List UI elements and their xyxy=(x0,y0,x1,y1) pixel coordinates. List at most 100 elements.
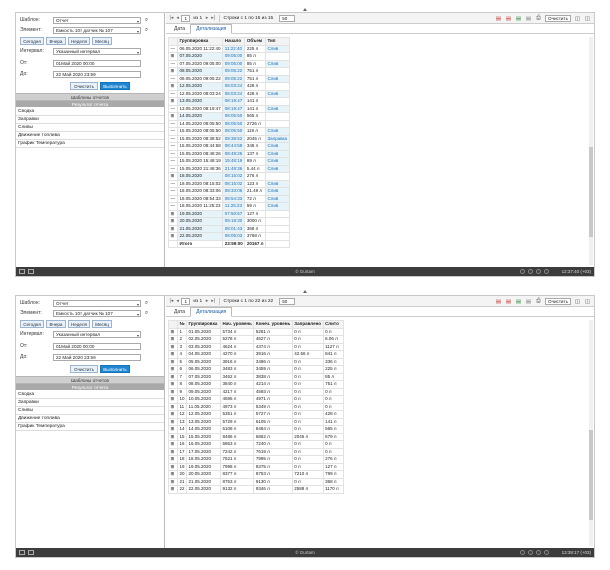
table-row[interactable]: ⊞ 8 08.05.2020 3840 л 4214 л0 л 751 л xyxy=(168,380,344,389)
row-expander[interactable]: — xyxy=(168,194,178,203)
row-expander[interactable]: ⊞ xyxy=(168,172,178,181)
table-row[interactable]: ⊞ 12 12.05.2020 5351 л 5727 л0 л 428 л xyxy=(168,410,344,419)
table-row[interactable]: ⊞ 9 09.05.2020 4217 л 4593 л0 л0 л xyxy=(168,387,344,396)
search-icon[interactable]: ⌕ xyxy=(143,310,150,317)
next-page-icon[interactable]: ▸ xyxy=(206,15,209,21)
row-expander[interactable]: ⊞ xyxy=(168,224,178,233)
table-row[interactable]: —18.05.2020 08:54:33 08:54:33 72 л Слив xyxy=(168,194,290,203)
table-row[interactable]: ⊞ 22 22.05.2020 9132 л 9346 л 2588 л 1170 л xyxy=(168,485,344,494)
today-button[interactable]: Сегодня xyxy=(20,320,44,328)
table-row[interactable]: ⊞ 14 14.05.2020 6108 л 8484 л0 л 565 л xyxy=(168,425,344,434)
column-header[interactable]: Группировка xyxy=(176,37,224,46)
last-page-icon[interactable]: ▸| xyxy=(211,15,215,21)
table-row[interactable]: —15.05.2020 08:44:58 08:44:58 348 л Слив xyxy=(168,142,290,151)
export-pdf-icon[interactable]: ▤ xyxy=(495,298,502,305)
print-icon[interactable]: ⎙ xyxy=(535,298,542,305)
row-expander[interactable]: ⊞ xyxy=(168,97,178,106)
row-expander[interactable]: ⊞ xyxy=(168,335,178,344)
column-header[interactable]: Начало xyxy=(222,37,246,46)
row-expander[interactable]: ⊞ xyxy=(168,350,178,359)
sound-icon[interactable] xyxy=(520,550,525,555)
table-row[interactable]: ⊞ 19.05.2020 07:50:57 127 л xyxy=(168,209,290,218)
row-expander[interactable]: ⊞ xyxy=(168,477,178,486)
row-expander[interactable]: ⊞ xyxy=(168,410,178,419)
list-toggle-icon[interactable] xyxy=(28,269,34,274)
table-row[interactable]: ⊞ 3 03.05.2020 4624 л 4374 л0 л 1127 л xyxy=(168,342,344,351)
table-row[interactable]: ⊞ 2 02.05.2020 5278 л 4627 л0 л 6.06 л xyxy=(168,335,344,344)
row-expander[interactable]: — xyxy=(168,59,178,68)
help-icon[interactable] xyxy=(544,550,549,555)
row-expander[interactable]: — xyxy=(168,164,178,173)
row-expander[interactable]: ⊞ xyxy=(168,217,178,226)
prev-page-icon[interactable]: ◂ xyxy=(176,298,179,304)
table-row[interactable]: —12.05.2020 08:03:24 08:03:24 428 л Слив xyxy=(168,89,290,98)
row-expander[interactable]: ⊞ xyxy=(168,67,178,76)
table-row[interactable]: ⊞ 11 11.05.2020 4973 л 5349 л0 л0 л xyxy=(168,402,344,411)
tab-details[interactable]: Детализация xyxy=(190,24,233,34)
export-file-icon[interactable]: ▤ xyxy=(525,15,532,22)
table-row[interactable]: —13.05.2020 08:19:47 08:19:47 141 л Слив xyxy=(168,104,290,113)
row-expander[interactable]: — xyxy=(168,179,178,188)
row-expander[interactable]: ⊞ xyxy=(168,432,178,441)
to-date-input[interactable]: 22 Май 2020 23:59 xyxy=(53,70,141,78)
first-page-icon[interactable]: |◂ xyxy=(170,15,174,21)
clear-button[interactable]: Очистить xyxy=(70,82,98,90)
export-pdf-alt-icon[interactable]: ▤ xyxy=(505,298,512,305)
page-size-select[interactable]: 50 xyxy=(279,14,296,22)
table-row[interactable]: ⊞ 16 16.05.2020 6863 л 7240 л0 л0 л xyxy=(168,440,344,449)
report-item-drains[interactable]: Сливы xyxy=(16,124,164,132)
row-expander[interactable]: — xyxy=(168,142,178,151)
row-expander[interactable]: ⊞ xyxy=(168,417,178,426)
table-row[interactable]: ⊞ 13.05.2020 08:19:47 141 л xyxy=(168,97,290,106)
table-row[interactable]: ⊞ 17 17.05.2020 7242 л 7619 л0 л0 л xyxy=(168,447,344,456)
table-row[interactable]: ⊞ 14.05.2020 08:05:50 565 л xyxy=(168,112,290,121)
first-page-icon[interactable]: |◂ xyxy=(170,298,174,304)
tab-details[interactable]: Детализация xyxy=(190,307,233,317)
report-item-refills[interactable]: Заправки xyxy=(16,116,164,124)
row-expander[interactable]: — xyxy=(168,44,178,53)
page-input[interactable]: 1 xyxy=(181,297,191,305)
table-row[interactable]: —18.05.2020 11:25:23 11:25:23 59 л Слив xyxy=(168,202,290,211)
table-row[interactable]: —15.05.2020 08:38:52 08:38:52 2045 л Заправ… xyxy=(168,134,290,143)
notification-icon[interactable] xyxy=(528,269,533,274)
interval-select[interactable]: Указанный интервал ▾ xyxy=(53,330,141,338)
table-row[interactable]: ⊞ 07.05.2020 09:05:00 85 л xyxy=(168,52,290,61)
column-header[interactable]: Тип xyxy=(264,37,290,46)
row-expander[interactable]: — xyxy=(168,119,178,128)
prev-page-icon[interactable]: ◂ xyxy=(176,15,179,21)
row-expander[interactable]: — xyxy=(168,157,178,166)
total-row[interactable]: Итого 23:59:00 20167 л xyxy=(168,239,290,248)
table-scrollbar[interactable] xyxy=(589,37,593,265)
export-excel-icon[interactable]: ▤ xyxy=(515,298,522,305)
search-icon[interactable]: ⌕ xyxy=(143,17,150,24)
execute-button[interactable]: Выполнить xyxy=(100,365,130,373)
table-row[interactable]: —15.05.2020 08:48:26 08:48:26 137 л Слив xyxy=(168,149,290,158)
export-pdf-icon[interactable]: ▤ xyxy=(495,15,502,22)
table-row[interactable]: ⊞ 12.05.2020 08:03:24 428 л xyxy=(168,82,290,91)
list-toggle-icon[interactable] xyxy=(28,550,34,555)
row-expander[interactable]: ⊞ xyxy=(168,440,178,449)
column-header[interactable]: № xyxy=(176,320,188,329)
table-row[interactable]: ⊞ 20 20.05.2020 8377 л 8753 л 7210 л 799 л xyxy=(168,470,344,479)
export-pdf-alt-icon[interactable]: ▤ xyxy=(505,15,512,22)
report-item-drains[interactable]: Сливы xyxy=(16,407,164,415)
layout-full-icon[interactable]: ◫ xyxy=(584,298,591,305)
row-expander[interactable]: ⊞ xyxy=(168,112,178,121)
clear-button[interactable]: Очистить xyxy=(70,365,98,373)
table-row[interactable]: ⊞ 22.05.2020 08:05:03 3768 л xyxy=(168,232,290,241)
row-expander[interactable]: ⊞ xyxy=(168,485,178,494)
table-row[interactable]: —15.05.2020 08:05:50 08:05:50 119 л Слив xyxy=(168,127,290,136)
row-expander[interactable]: — xyxy=(168,104,178,113)
week-button[interactable]: Неделя xyxy=(68,320,90,328)
row-expander[interactable]: — xyxy=(168,149,178,158)
table-row[interactable]: ⊞ 08.05.2020 09:05:22 751 л xyxy=(168,67,290,76)
column-header[interactable]: Конеч. уровень xyxy=(253,320,293,329)
user-icon[interactable] xyxy=(536,269,541,274)
table-row[interactable]: —07.05.2020 09:05:00 09:05:00 85 л Слив xyxy=(168,59,290,68)
month-button[interactable]: Месяц xyxy=(92,320,112,328)
next-page-icon[interactable]: ▸ xyxy=(206,298,209,304)
from-date-input[interactable]: 01Май 2020 00:00 xyxy=(53,59,141,67)
table-row[interactable]: ⊞ 19 19.05.2020 7998 л 8375 л0 л 127 л xyxy=(168,462,344,471)
results-header[interactable]: Результат отчета xyxy=(16,383,164,390)
row-expander[interactable]: ⊞ xyxy=(168,470,178,479)
